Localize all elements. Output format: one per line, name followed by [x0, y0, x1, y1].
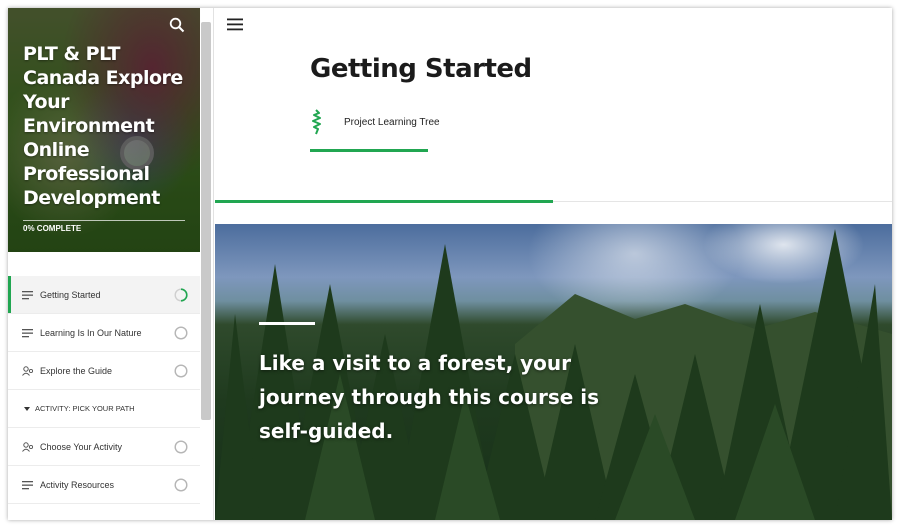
lesson-nav: Getting Started Learning Is In Our Natur…: [8, 276, 200, 504]
not-started-status-icon: [174, 326, 188, 340]
nav-item-label: Learning Is In Our Nature: [40, 327, 142, 338]
course-sidebar: PLT & PLT Canada Explore Your Environmen…: [8, 8, 214, 520]
in-progress-status-icon: [174, 288, 188, 302]
lesson-lines-icon: [22, 480, 33, 489]
lesson-lines-icon: [22, 290, 33, 299]
search-icon[interactable]: [169, 17, 185, 33]
not-started-status-icon: [174, 364, 188, 378]
course-title: PLT & PLT Canada Explore Your Environmen…: [23, 43, 183, 209]
section-activity-pick-your-path[interactable]: ACTIVITY: PICK YOUR PATH: [8, 390, 200, 428]
author-name: Project Learning Tree: [344, 116, 440, 128]
caret-down-icon: [24, 406, 30, 411]
nav-item-explore-the-guide[interactable]: Explore the Guide: [8, 352, 200, 390]
not-started-status-icon: [174, 478, 188, 492]
nav-item-activity-resources[interactable]: Activity Resources: [8, 466, 200, 504]
nav-item-label: Activity Resources: [40, 479, 115, 490]
lesson-progress-bar: [215, 200, 553, 203]
nav-item-label: Getting Started: [40, 289, 101, 300]
people-icon: [22, 365, 34, 376]
section-label: ACTIVITY: PICK YOUR PATH: [35, 404, 135, 413]
progress-divider: [23, 220, 185, 221]
banner-quote: Like a visit to a forest, your journey t…: [259, 351, 600, 443]
lesson-author: Project Learning Tree: [310, 109, 440, 135]
sidebar-scrollbar[interactable]: [201, 22, 211, 420]
forest-banner-image: Like a visit to a forest, your journey t…: [215, 224, 892, 520]
hamburger-icon[interactable]: [227, 18, 243, 31]
nav-item-choose-your-activity[interactable]: Choose Your Activity: [8, 428, 200, 466]
nav-item-label: Choose Your Activity: [40, 441, 123, 452]
lesson-title: Getting Started: [310, 54, 532, 84]
lesson-lines-icon: [22, 328, 33, 337]
title-underline: [310, 149, 428, 152]
not-started-status-icon: [174, 440, 188, 454]
nav-item-getting-started[interactable]: Getting Started: [8, 276, 200, 314]
course-progress-label: 0% COMPLETE: [23, 224, 82, 233]
quote-rule: [259, 322, 315, 325]
people-icon: [22, 441, 34, 452]
tree-icon: [312, 109, 321, 135]
nav-item-label: Explore the Guide: [40, 365, 113, 376]
app-window: PLT & PLT Canada Explore Your Environmen…: [8, 8, 892, 520]
lesson-content: Getting Started Project Learning Tree Li…: [215, 8, 892, 520]
nav-item-learning-is-in-our-nature[interactable]: Learning Is In Our Nature: [8, 314, 200, 352]
